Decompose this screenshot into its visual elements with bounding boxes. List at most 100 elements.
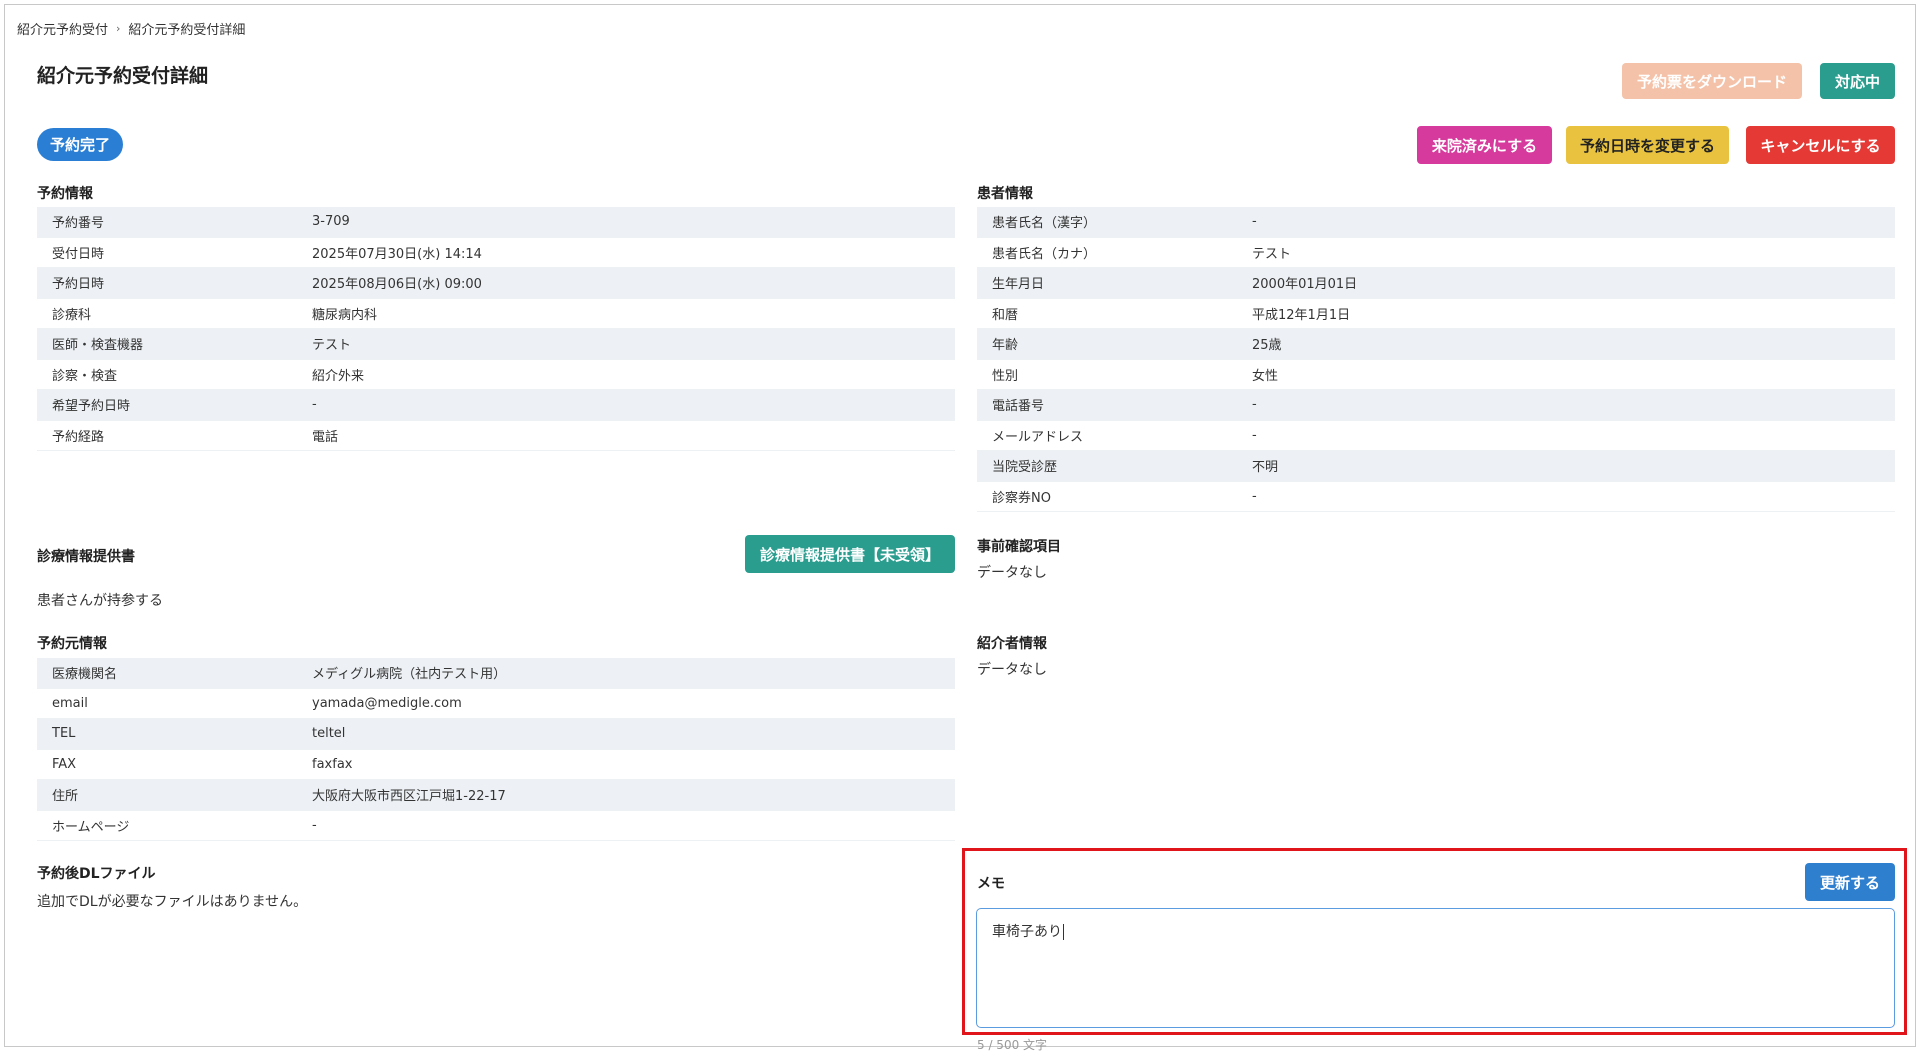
reservation-info-label: 希望予約日時 <box>52 399 131 415</box>
referral-document-note: 患者さんが持参する <box>37 593 163 609</box>
memo-char-count: 5 / 500 文字 <box>977 1038 1048 1052</box>
reservation-info-value: テスト <box>312 338 352 354</box>
source-info-title: 予約元情報 <box>37 636 107 652</box>
source-info-label: 医療機関名 <box>52 667 118 683</box>
referrer-info-title: 紹介者情報 <box>977 636 1047 652</box>
reservation-info-value: 2025年07月30日(水) 14:14 <box>312 246 482 262</box>
patient-info-row: 生年月日 2000年01月01日 <box>977 268 1895 299</box>
reservation-info-row: 希望予約日時 - <box>37 390 955 421</box>
source-info-row: TEL teltel <box>37 719 955 750</box>
cancel-reservation-button[interactable]: キャンセルにする <box>1746 126 1895 164</box>
patient-info-value: - <box>1252 427 1257 443</box>
reservation-info-row: 予約経路 電話 <box>37 421 955 451</box>
patient-info-label: 診察券NO <box>992 490 1051 506</box>
post-files-note: 追加でDLが必要なファイルはありません。 <box>37 894 308 910</box>
reservation-info-table: 予約番号 3-709 受付日時 2025年07月30日(水) 14:14 予約日時 202… <box>37 207 955 451</box>
patient-info-label: 患者氏名（漢字） <box>992 216 1097 232</box>
patient-info-title: 患者情報 <box>977 186 1033 202</box>
reservation-info-row: 診療科 糖尿病内科 <box>37 299 955 329</box>
reservation-info-label: 医師・検査機器 <box>52 338 144 354</box>
referrer-info-empty: データなし <box>977 662 1047 678</box>
memo-title: メモ <box>977 876 1005 892</box>
patient-info-row: 性別 女性 <box>977 360 1895 390</box>
breadcrumb: 紹介元予約受付 › 紹介元予約受付詳細 <box>17 19 245 38</box>
source-info-row: 医療機関名 メディグル病院（社内テスト用） <box>37 658 955 689</box>
breadcrumb-separator-icon: › <box>116 22 121 35</box>
patient-info-label: 患者氏名（カナ） <box>992 246 1097 262</box>
patient-info-value: 平成12年1月1日 <box>1252 307 1351 323</box>
patient-info-label: 和暦 <box>992 307 1019 323</box>
reservation-info-label: 診療科 <box>52 307 92 323</box>
referral-document-title: 診療情報提供書 <box>37 549 135 565</box>
patient-info-row: メールアドレス - <box>977 421 1895 451</box>
page-title: 紹介元予約受付詳細 <box>37 65 209 87</box>
reservation-info-value: 3-709 <box>312 214 350 230</box>
breadcrumb-current: 紹介元予約受付詳細 <box>128 23 246 38</box>
source-info-row: email yamada@medigle.com <box>37 689 955 719</box>
source-info-row: 住所 大阪府大阪市西区江戸堀1-22-17 <box>37 780 955 811</box>
source-info-label: email <box>52 695 88 711</box>
source-info-row: ホームページ - <box>37 811 955 841</box>
patient-info-label: メールアドレス <box>992 429 1084 445</box>
patient-info-row: 患者氏名（カナ） テスト <box>977 238 1895 268</box>
reservation-info-row: 診察・検査 紹介外来 <box>37 360 955 390</box>
mark-visited-button[interactable]: 来院済みにする <box>1417 126 1552 164</box>
reservation-info-value: 紹介外来 <box>312 368 365 384</box>
reservation-info-label: 受付日時 <box>52 246 105 262</box>
reservation-info-value: 電話 <box>312 429 339 445</box>
patient-info-row: 和暦 平成12年1月1日 <box>977 299 1895 329</box>
patient-info-value: - <box>1252 214 1257 230</box>
memo-textarea[interactable]: 車椅子あり <box>976 908 1895 1028</box>
reservation-info-row: 予約日時 2025年08月06日(水) 09:00 <box>37 268 955 299</box>
reservation-info-value: 2025年08月06日(水) 09:00 <box>312 277 482 293</box>
reservation-info-row: 予約番号 3-709 <box>37 207 955 238</box>
patient-info-row: 年齢 25歳 <box>977 329 1895 360</box>
source-info-label: TEL <box>52 726 76 742</box>
reservation-info-label: 予約日時 <box>52 277 105 293</box>
patient-info-table: 患者氏名（漢字） - 患者氏名（カナ） テスト生年月日 2000年01月01日和暦 平成1… <box>977 207 1895 512</box>
status-in-progress-button[interactable]: 対応中 <box>1820 63 1895 99</box>
source-info-value: - <box>312 817 317 833</box>
page-frame: 紹介元予約受付 › 紹介元予約受付詳細 紹介元予約受付詳細 予約票をダウンロード… <box>4 4 1916 1052</box>
patient-info-row: 当院受診歴 不明 <box>977 451 1895 482</box>
update-memo-button[interactable]: 更新する <box>1805 863 1895 901</box>
referral-document-button[interactable]: 診療情報提供書【未受領】 <box>745 535 955 573</box>
source-info-label: ホームページ <box>52 819 130 835</box>
patient-info-row: 診察券NO - <box>977 482 1895 512</box>
post-files-title: 予約後DLファイル <box>37 866 156 882</box>
reschedule-button[interactable]: 予約日時を変更する <box>1566 126 1729 164</box>
breadcrumb-link-reservations[interactable]: 紹介元予約受付 <box>17 19 108 38</box>
patient-info-label: 電話番号 <box>992 399 1045 415</box>
status-badge: 予約完了 <box>37 128 124 161</box>
patient-info-label: 当院受診歴 <box>992 460 1058 476</box>
reservation-info-title: 予約情報 <box>37 186 93 202</box>
reservation-info-row: 医師・検査機器 テスト <box>37 329 955 360</box>
source-info-value: 大阪府大阪市西区江戸堀1-22-17 <box>312 789 506 805</box>
patient-info-value: - <box>1252 397 1257 413</box>
patient-info-value: 女性 <box>1252 368 1279 384</box>
reservation-info-label: 診察・検査 <box>52 368 118 384</box>
patient-info-label: 生年月日 <box>992 277 1045 293</box>
pre-check-empty: データなし <box>977 565 1047 581</box>
source-info-value: メディグル病院（社内テスト用） <box>312 667 507 683</box>
patient-info-label: 性別 <box>992 368 1019 384</box>
reservation-info-value: 糖尿病内科 <box>312 307 378 323</box>
reservation-info-value: - <box>312 397 317 413</box>
patient-info-row: 電話番号 - <box>977 390 1895 421</box>
reservation-info-label: 予約番号 <box>52 216 105 232</box>
patient-info-value: 25歳 <box>1252 338 1282 354</box>
patient-info-value: 2000年01月01日 <box>1252 277 1358 293</box>
patient-info-row: 患者氏名（漢字） - <box>977 207 1895 238</box>
source-info-label: 住所 <box>52 789 79 805</box>
source-info-value: faxfax <box>312 756 353 772</box>
download-reservation-button[interactable]: 予約票をダウンロード <box>1622 63 1802 99</box>
source-info-value: yamada@medigle.com <box>312 695 462 711</box>
source-info-row: FAX faxfax <box>37 750 955 780</box>
patient-info-value: - <box>1252 488 1257 504</box>
patient-info-label: 年齢 <box>992 338 1019 354</box>
source-info-label: FAX <box>52 756 77 772</box>
pre-check-title: 事前確認項目 <box>977 539 1061 555</box>
patient-info-value: 不明 <box>1252 460 1279 476</box>
patient-info-value: テスト <box>1252 246 1292 262</box>
reservation-info-row: 受付日時 2025年07月30日(水) 14:14 <box>37 238 955 268</box>
